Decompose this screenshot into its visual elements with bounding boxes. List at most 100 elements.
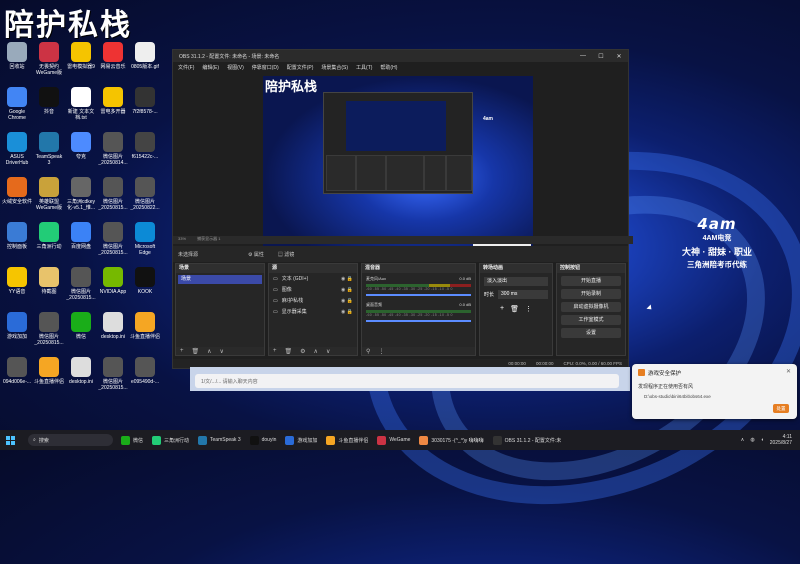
taskbar-app[interactable]: douyin	[249, 435, 276, 445]
taskbar-app[interactable]: 3030175 -(^_^)y 嗨嗨嗨	[419, 435, 484, 445]
delete-icon[interactable]: 🗑	[285, 348, 293, 355]
desktop-icon[interactable]: 微信图片_20250815...	[34, 312, 64, 346]
desktop-icon[interactable]: Microsoft Edge	[130, 222, 160, 256]
more-icon[interactable]: ⋮	[525, 305, 532, 313]
desktop-icon[interactable]: 雷电模拟器9	[66, 42, 96, 70]
taskbar-app[interactable]: 斗鱼直播伴侣	[326, 435, 368, 445]
eye-icon[interactable]: ◉ 🔒	[341, 287, 353, 293]
desktop-icon[interactable]: 微信	[66, 312, 96, 340]
link-icon[interactable]: ⚲	[366, 348, 370, 355]
desktop-icon[interactable]: 英雄联盟WeGame版	[34, 177, 64, 211]
desktop-icon[interactable]: 微信图片_20250815...	[98, 357, 128, 391]
control-button[interactable]: 开始直播	[561, 276, 621, 286]
desktop-icon[interactable]: 无畏契约WeGame版	[34, 42, 64, 76]
menu-item[interactable]: 帮助(H)	[380, 64, 397, 71]
desktop-icon[interactable]: 雷电多开器	[98, 87, 128, 115]
menu-item[interactable]: 配置文件(P)	[287, 64, 314, 71]
add-icon[interactable]: +	[500, 305, 504, 313]
taskbar-app[interactable]: 微信	[121, 435, 143, 445]
desktop-icon[interactable]: 微信图片_20250822...	[130, 177, 160, 211]
desktop-icon[interactable]: 微信图片_20250814...	[98, 132, 128, 166]
desktop-icon[interactable]: 三角洲行动	[34, 222, 64, 250]
desktop-icon[interactable]: 斗鱼直播伴侣	[34, 357, 64, 385]
menu-item[interactable]: 文件(F)	[178, 64, 194, 71]
desktop-icon[interactable]: 夸克	[66, 132, 96, 160]
menu-item[interactable]: 工具(T)	[356, 64, 372, 71]
gear-icon[interactable]: ⚙	[300, 348, 305, 355]
properties-button[interactable]: ⚙ 属性	[248, 251, 264, 258]
taskbar-app[interactable]: 游戏加加	[285, 435, 317, 445]
source-item[interactable]: ▭ 文本 (GDI+) ◉ 🔒	[269, 273, 357, 284]
add-icon[interactable]: +	[180, 348, 184, 354]
desktop-icon[interactable]: 微信图片_20250815...	[98, 177, 128, 211]
taskbar-app[interactable]: WeGame	[377, 435, 410, 445]
move-up-icon[interactable]: ∧	[207, 348, 211, 355]
close-icon[interactable]: ✕	[610, 53, 628, 60]
transition-select[interactable]: 淡入淡出	[484, 277, 548, 286]
obs-preview[interactable]: 陪护私栈 4am	[263, 76, 533, 246]
handle-button[interactable]: 处置	[773, 404, 789, 413]
source-item[interactable]: ▭ 麻/护私栈 ◉ 🔒	[269, 295, 357, 306]
desktop-icon[interactable]: 火绒安全软件	[2, 177, 32, 205]
desktop-icon[interactable]: YY语音	[2, 267, 32, 295]
volume-slider[interactable]	[366, 294, 471, 296]
move-down-icon[interactable]: ∨	[220, 348, 224, 355]
desktop-icon[interactable]: desktop.ini	[66, 357, 96, 385]
desktop-icon[interactable]: KOOK	[130, 267, 160, 295]
clock[interactable]: 4:11 2025/8/27	[770, 434, 792, 446]
move-up-icon[interactable]: ∧	[314, 348, 318, 355]
chevron-up-icon[interactable]: ∧	[741, 437, 745, 443]
desktop-icon[interactable]: 待截图	[34, 267, 64, 295]
menu-item[interactable]: 场景集合(S)	[321, 64, 348, 71]
desktop-icon[interactable]: desktop.ini	[98, 312, 128, 340]
desktop-icon[interactable]: 抖音	[34, 87, 64, 115]
delete-icon[interactable]: 🗑	[192, 348, 200, 355]
desktop-icon[interactable]: 三角洲cdkey化-v5.1_惟...	[66, 177, 96, 211]
scene-item[interactable]: 场景	[178, 275, 262, 284]
taskbar-app[interactable]: 三角洲行动	[152, 435, 189, 445]
menu-item[interactable]: 视图(V)	[227, 64, 244, 71]
desktop-icon[interactable]: f615422c-...	[130, 132, 160, 160]
desktop-icon[interactable]: 微信图片_20250815...	[66, 267, 96, 301]
eye-icon[interactable]: ◉ 🔒	[341, 298, 353, 304]
obs-window[interactable]: OBS 31.1.2 - 配置文件: 未命名 - 场景: 未命名 — ☐ ✕ 文…	[172, 49, 633, 369]
volume-slider[interactable]	[366, 320, 471, 322]
add-icon[interactable]: +	[273, 348, 277, 354]
maximize-icon[interactable]: ☐	[592, 53, 610, 60]
delete-icon[interactable]: 🗑	[510, 305, 519, 313]
source-item[interactable]: ▭ 显示器采集 ◉ 🔒	[269, 306, 357, 317]
source-item[interactable]: ▭ 图像 ◉ 🔒	[269, 284, 357, 295]
desktop-icon[interactable]: e095490d-...	[130, 357, 160, 385]
taskbar-app[interactable]: TeamSpeak 3	[198, 435, 241, 445]
control-button[interactable]: 开始录制	[561, 289, 621, 299]
obs-titlebar[interactable]: OBS 31.1.2 - 配置文件: 未命名 - 场景: 未命名 — ☐ ✕	[173, 50, 628, 62]
desktop-icon[interactable]: ASUS DriverHub	[2, 132, 32, 166]
control-button[interactable]: 工作室模式	[561, 315, 621, 325]
search-box[interactable]: ⌕ 搜索	[28, 434, 113, 446]
control-button[interactable]: 设置	[561, 328, 621, 338]
desktop-icon[interactable]: 百度网盘	[66, 222, 96, 250]
desktop-icon[interactable]: Google Chrome	[2, 87, 32, 121]
desktop-icon[interactable]: 斗鱼直播伴侣	[130, 312, 160, 340]
desktop-icon[interactable]: 094d006e-...	[2, 357, 32, 385]
eye-icon[interactable]: ◉ 🔒	[341, 276, 353, 282]
taskbar-app[interactable]: OBS 31.1.2 - 配置文件:未	[492, 435, 561, 445]
desktop-icon[interactable]: NVIDIA App	[98, 267, 128, 295]
eye-icon[interactable]: ◉ 🔒	[341, 309, 353, 315]
menu-item[interactable]: 停靠窗口(D)	[252, 64, 279, 71]
filters-button[interactable]: ▤ 滤镜	[278, 251, 294, 258]
volume-icon[interactable]: ◖	[761, 437, 764, 443]
more-icon[interactable]: ⋮	[378, 348, 384, 355]
network-icon[interactable]: ◍	[750, 437, 754, 443]
windows-start-icon[interactable]	[6, 435, 20, 445]
desktop-icon[interactable]: 微信图片_20250815...	[98, 222, 128, 256]
desktop-icon[interactable]: 7f2f8578-...	[130, 87, 160, 115]
desktop-icon[interactable]: TeamSpeak 3	[34, 132, 64, 166]
desktop-icon[interactable]: 网易云音乐	[98, 42, 128, 70]
security-toast[interactable]: 游戏安全保护 ✕ 发现程序正在使用否有风 D:\obs-studio\bin\6…	[632, 364, 797, 419]
chat-input-bar[interactable]: 1/文/.../... 请输入聊天内容	[195, 374, 619, 388]
desktop-icon[interactable]: 新建 文本文档.txt	[66, 87, 96, 121]
close-icon[interactable]: ✕	[786, 368, 791, 375]
desktop-icon[interactable]: 回收站	[2, 42, 32, 70]
duration-input[interactable]: 300 ms	[498, 290, 548, 299]
